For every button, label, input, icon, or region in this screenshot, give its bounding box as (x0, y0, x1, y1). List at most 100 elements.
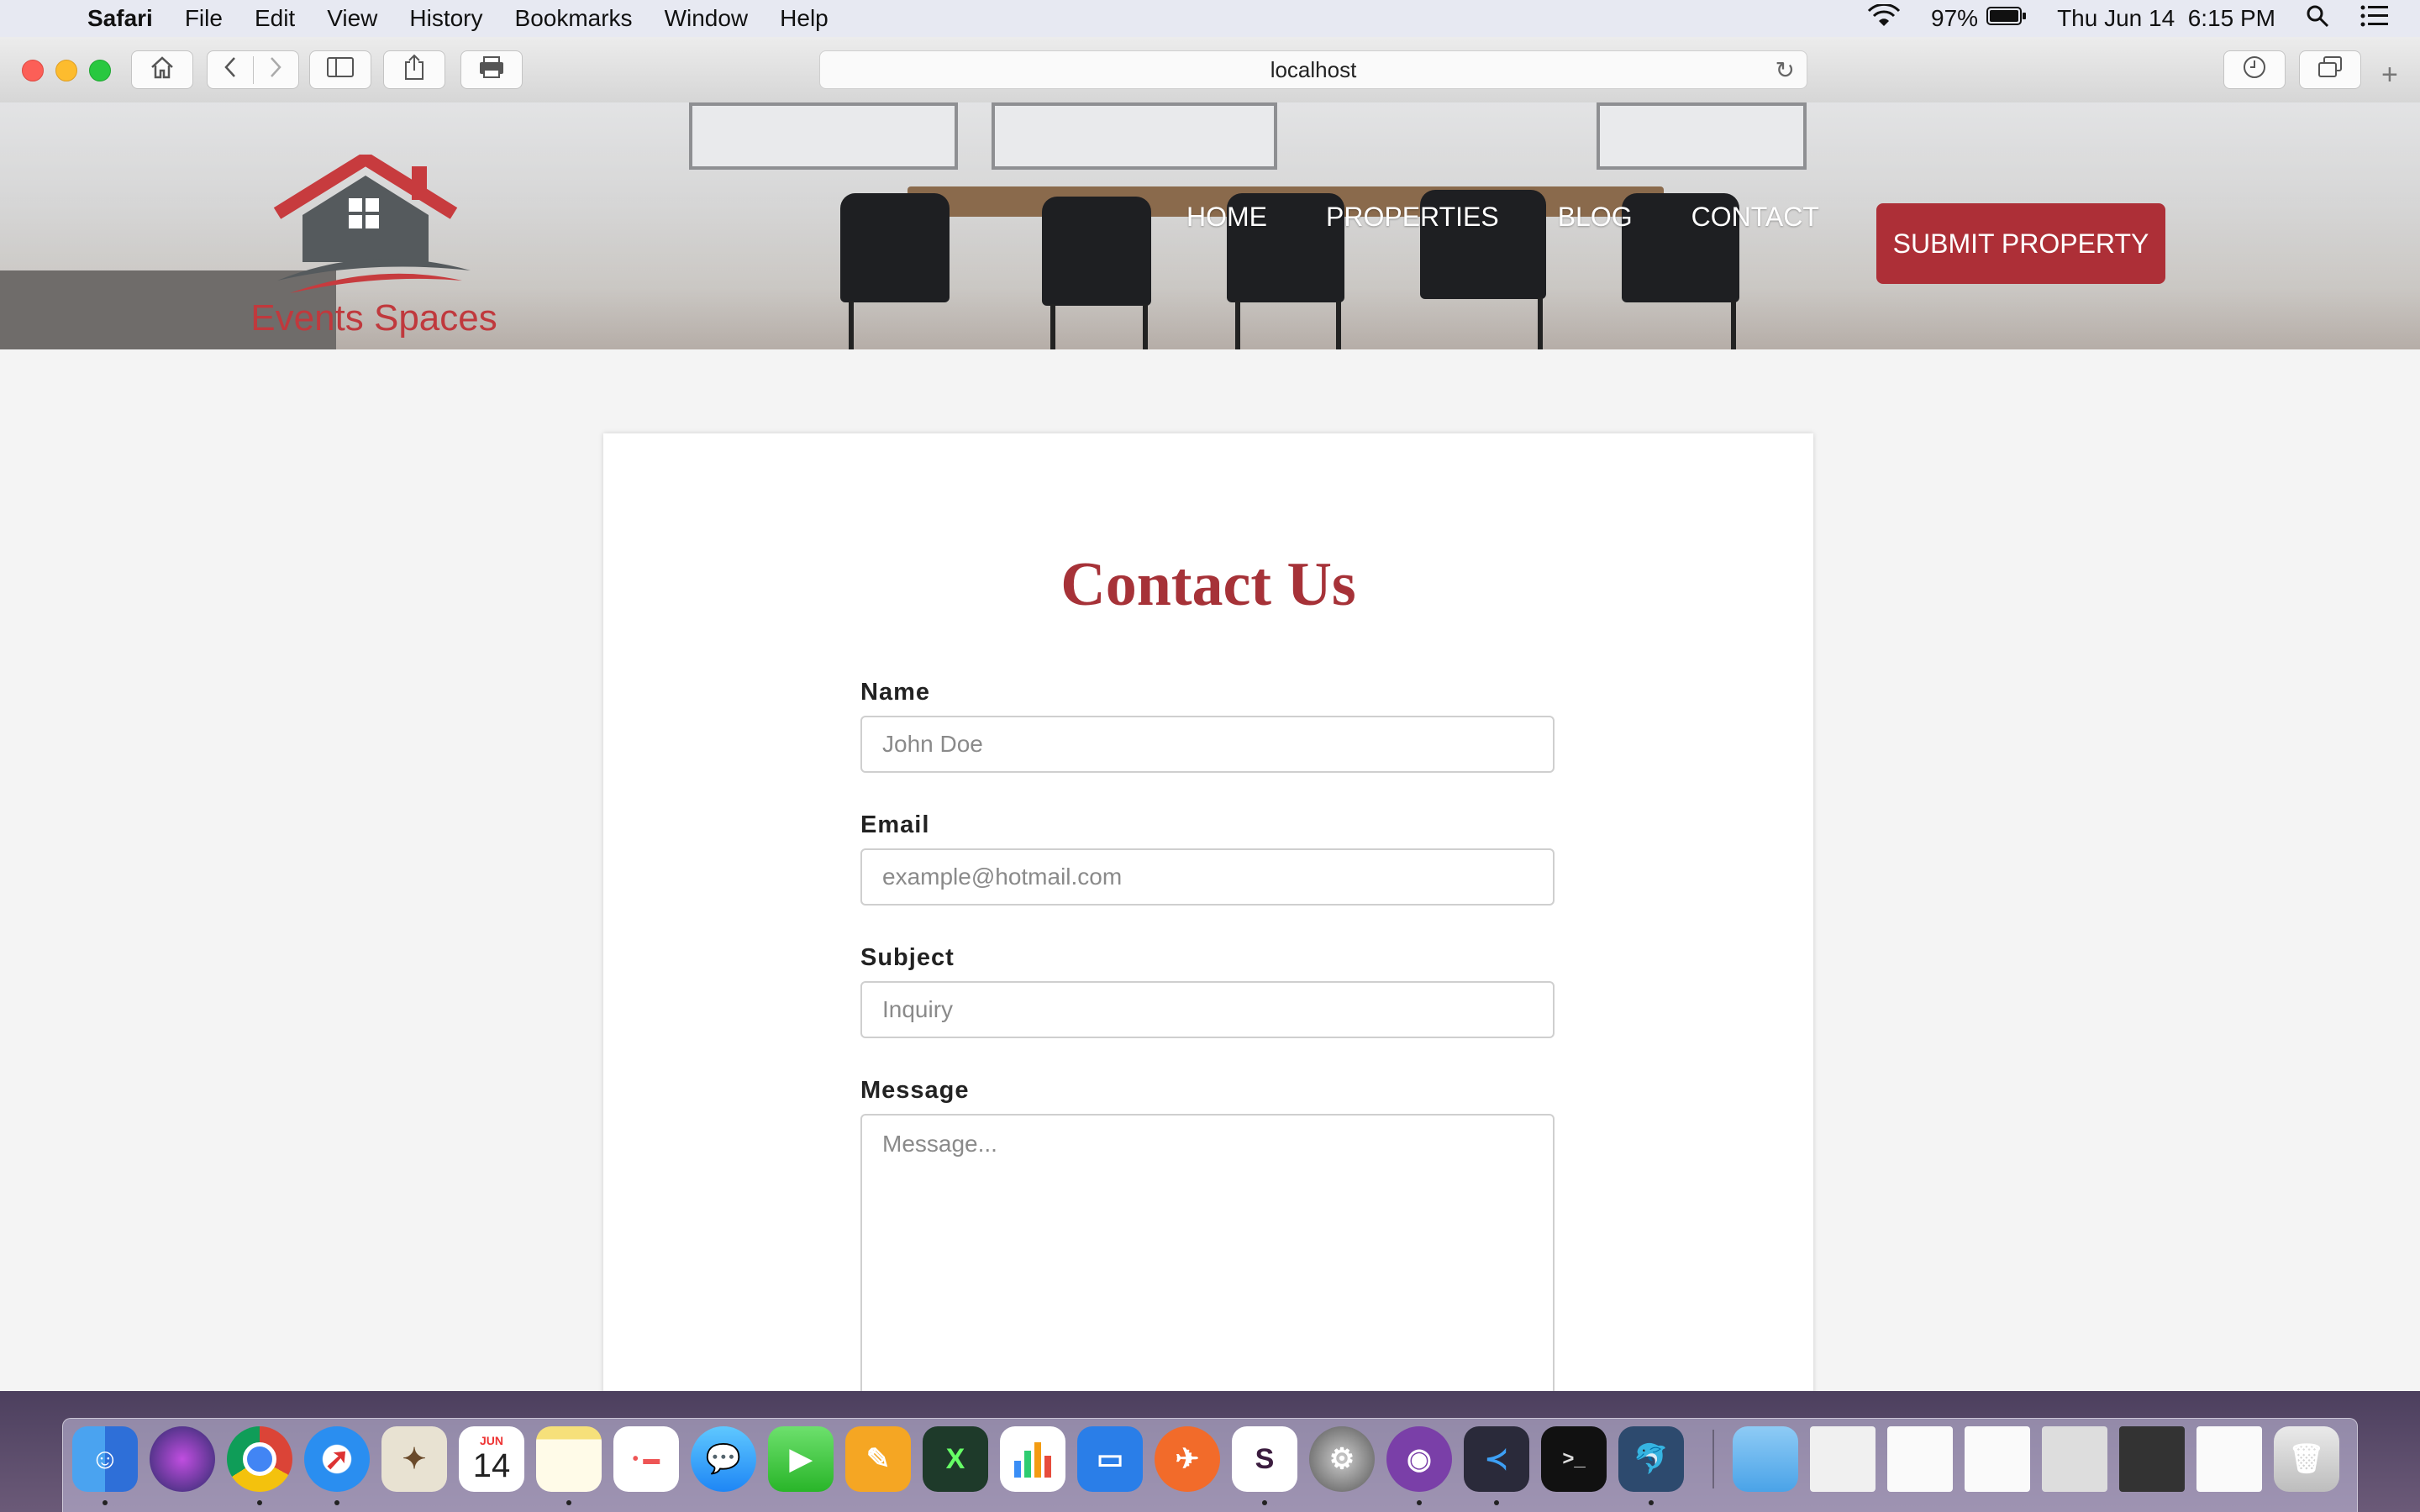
home-button[interactable] (131, 50, 193, 89)
menu-window[interactable]: Window (665, 5, 749, 32)
mysql-workbench-icon[interactable]: 🐬 (1618, 1426, 1684, 1492)
system-preferences-icon[interactable]: ⚙ (1309, 1426, 1375, 1492)
nav-blog[interactable]: BLOG (1558, 202, 1633, 233)
menu-file[interactable]: File (185, 5, 223, 32)
window-pane (689, 102, 958, 170)
document-stack-icon[interactable] (2196, 1426, 2262, 1492)
close-window-button[interactable] (22, 60, 44, 81)
running-indicator (1417, 1500, 1422, 1505)
site-logo[interactable]: Events Spaces (244, 150, 504, 349)
safari-icon[interactable]: ➚ (304, 1426, 370, 1492)
message-textarea[interactable] (860, 1114, 1555, 1391)
preview-icon[interactable]: ✦ (381, 1426, 447, 1492)
siri-icon[interactable] (150, 1426, 215, 1492)
running-indicator (1649, 1500, 1654, 1505)
facetime-icon[interactable]: ▶ (768, 1426, 834, 1492)
calendar-icon[interactable]: JUN 14 (459, 1426, 524, 1492)
home-icon (150, 55, 175, 85)
zoom-window-button[interactable] (89, 60, 111, 81)
printer-icon (478, 55, 505, 85)
keynote-icon[interactable]: ▭ (1077, 1426, 1143, 1492)
running-indicator (1494, 1500, 1499, 1505)
messages-icon[interactable]: 💬 (691, 1426, 756, 1492)
document-stack-icon[interactable] (1965, 1426, 2030, 1492)
nav-contact[interactable]: CONTACT (1691, 202, 1819, 233)
xcode-icon[interactable]: X (923, 1426, 988, 1492)
document-stack-icon[interactable] (2042, 1426, 2107, 1492)
window-pane (992, 102, 1277, 170)
back-icon[interactable] (208, 56, 253, 84)
reminders-icon[interactable]: • ▬ (613, 1426, 679, 1492)
chair-leg (1050, 304, 1055, 349)
postman-icon[interactable]: ✈ (1155, 1426, 1220, 1492)
name-label: Name (860, 679, 930, 706)
subject-input[interactable] (860, 981, 1555, 1038)
running-indicator (103, 1500, 108, 1505)
nav-home[interactable]: HOME (1186, 202, 1267, 233)
reload-icon[interactable]: ↻ (1776, 56, 1795, 84)
spotlight-icon[interactable] (2306, 4, 2329, 34)
new-tab-icon[interactable]: + (2381, 59, 2398, 92)
notification-center-icon[interactable] (2360, 4, 2390, 34)
chair (1042, 197, 1151, 306)
document-stack-icon[interactable] (1810, 1426, 1876, 1492)
share-button[interactable] (383, 50, 445, 89)
trash-icon[interactable]: 🗑 (2274, 1426, 2339, 1492)
nav-properties[interactable]: PROPERTIES (1326, 202, 1499, 233)
page-title: Contact Us (1060, 550, 1356, 619)
menu-edit[interactable]: Edit (255, 5, 295, 32)
subject-label: Subject (860, 944, 955, 971)
chair-leg (1336, 301, 1341, 349)
submit-property-button[interactable]: SUBMIT PROPERTY (1876, 203, 2165, 284)
menu-history[interactable]: History (409, 5, 482, 32)
tabs-overview-button[interactable] (2299, 50, 2361, 89)
slack-icon[interactable]: S (1232, 1426, 1297, 1492)
logo-text: Events Spaces (250, 297, 497, 339)
chair (840, 193, 950, 302)
menu-help[interactable]: Help (780, 5, 829, 32)
running-indicator (566, 1500, 571, 1505)
github-desktop-icon[interactable]: ◉ (1386, 1426, 1452, 1492)
folder-icon[interactable] (1733, 1426, 1798, 1492)
vscode-icon[interactable]: ≺ (1464, 1426, 1529, 1492)
notes-icon[interactable] (536, 1426, 602, 1492)
clock[interactable]: Thu Jun 14 6:15 PM (2057, 5, 2275, 32)
sidebar-button[interactable] (309, 50, 371, 89)
house-logo-icon (273, 150, 471, 293)
history-button[interactable] (2223, 50, 2286, 89)
email-input[interactable] (860, 848, 1555, 906)
url-text: localhost (1270, 56, 1357, 82)
clock-icon (2243, 55, 2266, 85)
sidebar-icon (327, 56, 354, 83)
running-indicator (334, 1500, 339, 1505)
menu-bookmarks[interactable]: Bookmarks (515, 5, 633, 32)
menu-app-safari[interactable]: Safari (87, 5, 153, 32)
tabs-icon (2318, 55, 2342, 84)
print-button[interactable] (460, 50, 523, 89)
battery-percent[interactable]: 97% (1931, 5, 1978, 32)
chair-leg (1731, 301, 1736, 349)
wifi-icon[interactable] (1867, 3, 1901, 34)
pages-icon[interactable]: ✎ (845, 1426, 911, 1492)
calendar-day: 14 (472, 1446, 511, 1484)
document-stack-icon[interactable] (2119, 1426, 2185, 1492)
menu-bar: Safari File Edit View History Bookmarks … (0, 0, 2420, 37)
window-pane (1597, 102, 1807, 170)
battery-icon[interactable] (1986, 5, 2027, 32)
chair-leg (849, 301, 854, 349)
document-stack-icon[interactable] (1887, 1426, 1953, 1492)
chrome-icon[interactable] (227, 1426, 292, 1492)
name-input[interactable] (860, 716, 1555, 773)
minimize-window-button[interactable] (55, 60, 77, 81)
email-label: Email (860, 811, 930, 838)
contact-card: Contact Us Name Email Subject Message (603, 433, 1813, 1391)
share-icon (403, 54, 425, 87)
finder-icon[interactable]: ☺ (72, 1426, 138, 1492)
back-forward-buttons (207, 50, 299, 89)
terminal-icon[interactable]: >_ (1541, 1426, 1607, 1492)
chair-leg (1235, 301, 1240, 349)
address-bar[interactable]: localhost ↻ (819, 50, 1807, 89)
forward-icon[interactable] (252, 55, 299, 84)
numbers-icon[interactable] (1000, 1426, 1065, 1492)
menu-view[interactable]: View (327, 5, 377, 32)
